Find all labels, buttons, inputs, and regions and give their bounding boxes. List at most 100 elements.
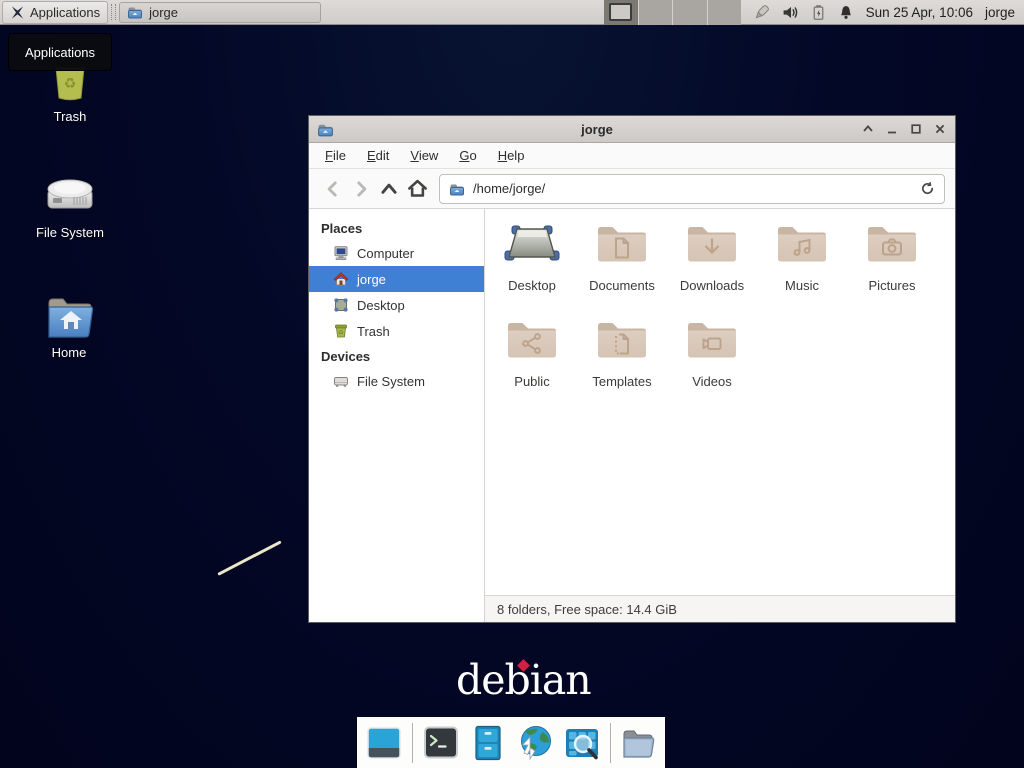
applications-menu-label: Applications [30, 5, 100, 20]
show-desktop-icon[interactable] [365, 724, 403, 762]
file-manager-icon[interactable] [619, 724, 657, 762]
folder-icon [449, 181, 465, 197]
forward-button[interactable] [347, 175, 375, 203]
menu-view[interactable]: View [401, 144, 447, 167]
close-button[interactable] [932, 122, 947, 137]
window-icon [317, 121, 334, 138]
workspace-3[interactable] [673, 0, 708, 25]
volume-icon[interactable] [782, 4, 799, 21]
folder-icon [127, 4, 143, 20]
folder-templates-icon [594, 317, 650, 361]
home-icon [333, 271, 349, 287]
panel-username[interactable]: jorge [985, 5, 1015, 20]
file-item-downloads[interactable]: Downloads [667, 221, 757, 317]
file-item-videos[interactable]: Videos [667, 317, 757, 413]
sidebar-item-file-system[interactable]: File System [309, 368, 484, 394]
workspace-switcher[interactable] [604, 0, 741, 25]
sidebar-item-computer[interactable]: Computer [309, 240, 484, 266]
computer-icon [333, 245, 349, 261]
workspace-2[interactable] [639, 0, 674, 25]
sidebar-item-label: Computer [357, 246, 414, 261]
folder-videos-icon [684, 317, 740, 361]
tooltip-text: Applications [25, 45, 95, 60]
dock-separator [412, 723, 413, 763]
workspace-window-preview [609, 3, 632, 21]
desktop-icon [333, 297, 349, 313]
folder-public-icon [504, 317, 560, 361]
notifications-icon[interactable] [838, 4, 854, 21]
back-button[interactable] [319, 175, 347, 203]
menubar: File Edit View Go Help [309, 143, 955, 169]
file-item-label: Templates [592, 374, 651, 389]
maximize-button[interactable] [908, 122, 923, 137]
menu-file[interactable]: File [316, 144, 355, 167]
path-bar[interactable] [439, 174, 945, 204]
battery-icon[interactable] [811, 4, 826, 21]
taskbar-window-button[interactable]: jorge [119, 2, 321, 23]
refresh-icon[interactable] [920, 181, 935, 196]
folder-documents-icon [594, 221, 650, 265]
applications-tooltip: Applications [8, 33, 112, 71]
svg-text:♻: ♻ [338, 330, 343, 337]
file-item-label: Desktop [508, 278, 556, 293]
folder-music-icon [774, 221, 830, 265]
sidebar-item-label: Desktop [357, 298, 405, 313]
sidebar-item-trash[interactable]: ♻ Trash [309, 318, 484, 344]
marker-icon[interactable] [753, 4, 770, 21]
wallpaper-swoosh [217, 540, 281, 575]
top-panel: Applications jorge [0, 0, 1024, 25]
home-button[interactable] [403, 175, 431, 203]
file-item-label: Downloads [680, 278, 744, 293]
menu-go[interactable]: Go [450, 144, 485, 167]
folder-pictures-icon [864, 221, 920, 265]
file-item-templates[interactable]: Templates [577, 317, 667, 413]
menu-help[interactable]: Help [489, 144, 534, 167]
window-body: Places Computer [309, 209, 955, 622]
terminal-icon[interactable] [422, 724, 460, 762]
sidebar-item-desktop[interactable]: Desktop [309, 292, 484, 318]
up-button[interactable] [375, 175, 403, 203]
minimize-button[interactable] [884, 122, 899, 137]
desktop-icon-home[interactable]: Home [21, 292, 117, 360]
desktop-icon-label: Home [21, 345, 117, 360]
desktop-icon-label: Trash [22, 109, 118, 124]
file-item-pictures[interactable]: Pictures [847, 221, 937, 317]
statusbar-text: 8 folders, Free space: 14.4 GiB [497, 602, 677, 617]
taskbar-window-label: jorge [149, 5, 178, 20]
file-item-label: Documents [589, 278, 655, 293]
workspace-4[interactable] [708, 0, 742, 25]
file-cabinet-icon[interactable] [469, 724, 507, 762]
file-view-column: Desktop Documents [485, 209, 955, 622]
menu-edit[interactable]: Edit [358, 144, 398, 167]
sidebar-item-label: jorge [357, 272, 386, 287]
workspace-1[interactable] [604, 0, 639, 25]
file-item-desktop[interactable]: Desktop [487, 221, 577, 317]
sidebar-header-devices: Devices [309, 344, 484, 368]
desktop-screen: Applications jorge [0, 0, 1024, 768]
application-finder-icon[interactable] [563, 724, 601, 762]
applications-menu-button[interactable]: Applications [2, 1, 108, 24]
desktop-icon-file-system[interactable]: File System [22, 172, 118, 240]
sidebar-item-jorge[interactable]: jorge [309, 266, 484, 292]
dock [357, 717, 665, 768]
file-item-documents[interactable]: Documents [577, 221, 667, 317]
window-titlebar[interactable]: jorge [309, 116, 955, 143]
panel-handle[interactable] [111, 4, 116, 20]
sidebar-header-places: Places [309, 216, 484, 240]
file-item-music[interactable]: Music [757, 221, 847, 317]
file-item-public[interactable]: Public [487, 317, 577, 413]
svg-text:♻: ♻ [64, 76, 77, 92]
debian-wordmark: debian [456, 660, 591, 701]
shade-button[interactable] [860, 122, 875, 137]
path-input[interactable] [473, 181, 912, 196]
sidebar-item-label: File System [357, 374, 425, 389]
xorg-logo-icon [10, 5, 25, 20]
window-title: jorge [334, 122, 860, 137]
panel-tray-area: Sun 25 Apr, 10:06 jorge [753, 0, 1015, 25]
hard-drive-icon [22, 172, 118, 220]
sidebar-item-label: Trash [357, 324, 390, 339]
panel-clock[interactable]: Sun 25 Apr, 10:06 [866, 5, 973, 20]
web-browser-icon[interactable] [516, 724, 554, 762]
home-folder-icon [21, 292, 117, 340]
file-item-label: Music [785, 278, 819, 293]
